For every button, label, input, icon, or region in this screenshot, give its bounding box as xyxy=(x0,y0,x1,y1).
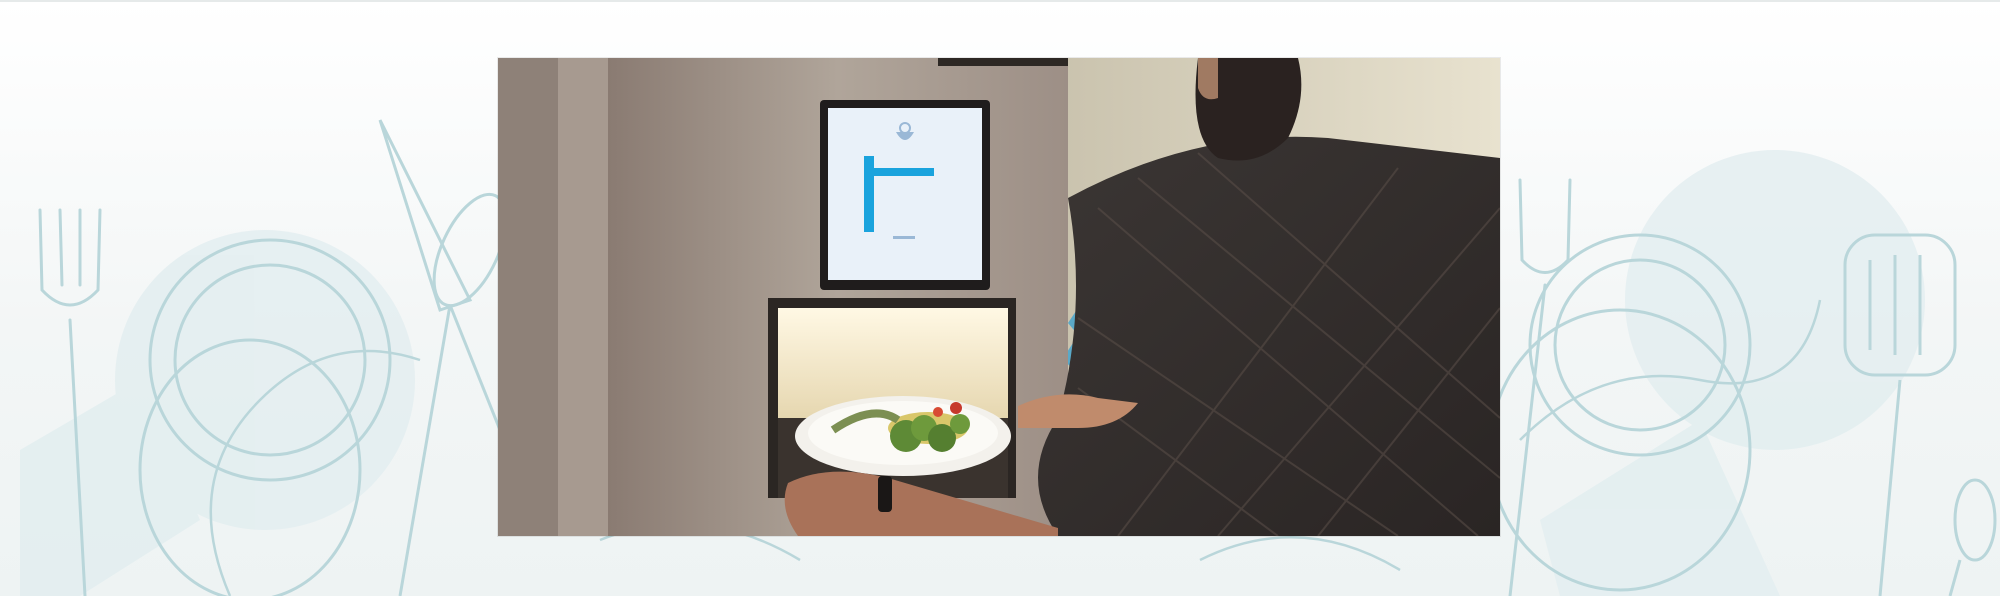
wristwatch xyxy=(878,476,892,512)
plate-of-vegetables xyxy=(795,396,1011,476)
photo-food-kiosk xyxy=(498,58,1500,536)
spoon-icon xyxy=(1948,478,1997,596)
screen-accent-bar xyxy=(864,156,874,232)
touch-screen xyxy=(820,100,990,290)
screen-caption-line xyxy=(893,236,915,239)
face xyxy=(1198,58,1218,100)
photo-illustration xyxy=(498,58,1500,536)
screen-accent-bar xyxy=(874,168,934,176)
page-canvas xyxy=(0,0,2000,596)
cabinet-top-edge xyxy=(938,58,1068,66)
